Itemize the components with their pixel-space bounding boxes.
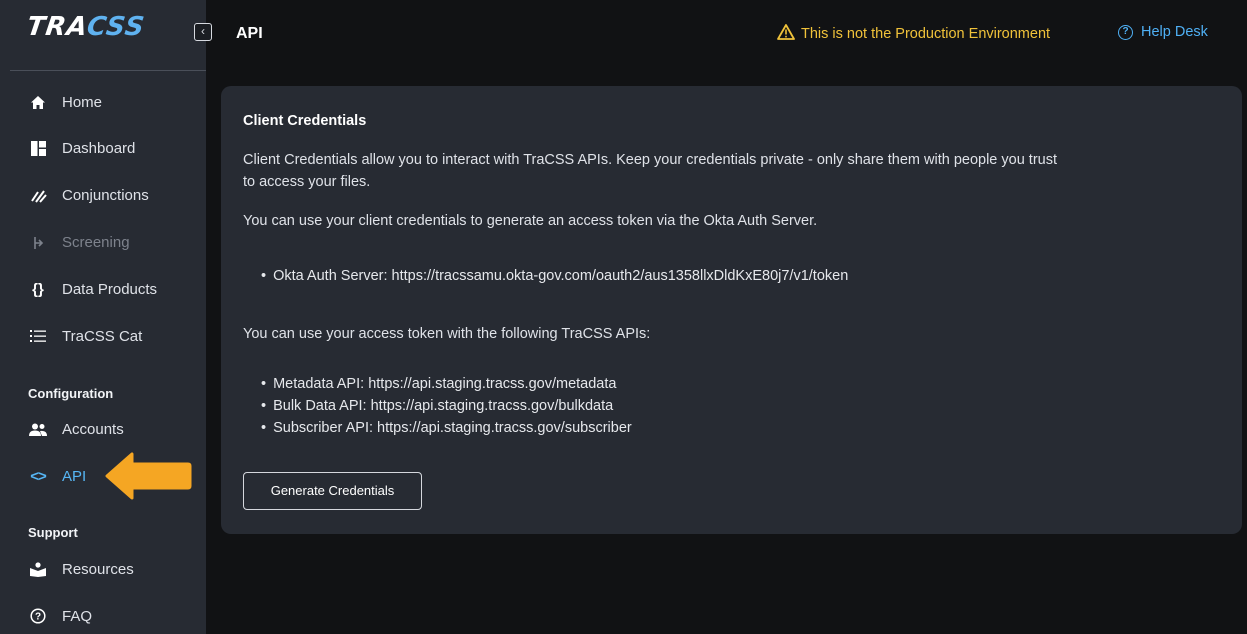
logo-text-trac: TRA	[24, 12, 90, 42]
section-label-configuration: Configuration	[28, 386, 114, 401]
environment-warning: This is not the Production Environment	[777, 24, 1050, 44]
sidebar-item-label: Home	[62, 93, 103, 111]
sidebar-item-label: Accounts	[62, 420, 124, 438]
help-desk-label: Help Desk	[1141, 24, 1208, 40]
intro-line-1: Client Credentials allow you to interact…	[243, 152, 1058, 168]
warning-icon	[777, 24, 795, 44]
card-title: Client Credentials	[243, 113, 367, 129]
sidebar-item-label: Conjunctions	[62, 186, 149, 204]
okta-server-item: Okta Auth Server: https://tracssamu.okta…	[261, 268, 848, 284]
chevron-left-icon: ‹	[201, 24, 205, 38]
section-label-support: Support	[28, 525, 78, 540]
intro-line-2: to access your files.	[243, 174, 371, 190]
resources-icon	[28, 561, 48, 577]
sidebar-item-faq[interactable]: ? FAQ	[28, 601, 92, 631]
sidebar-item-screening[interactable]: Screening	[28, 227, 130, 257]
logo-bar: TRACSS	[0, 0, 206, 70]
collapse-sidebar-button[interactable]: ‹	[194, 23, 212, 41]
sidebar-item-label: Data Products	[62, 280, 158, 298]
top-header: API This is not the Production Environme…	[206, 0, 1247, 70]
screening-icon	[28, 235, 48, 250]
api-list-item-subscriber: Subscriber API: https://api.staging.trac…	[261, 420, 632, 436]
help-desk-link[interactable]: ? Help Desk	[1118, 24, 1208, 40]
accounts-icon	[28, 423, 48, 436]
code-icon: <>	[30, 467, 47, 485]
dashboard-icon	[28, 140, 48, 156]
help-circle-icon: ?	[28, 608, 48, 624]
intro-text: Client Credentials allow you to interact…	[243, 149, 1223, 193]
help-circle-icon: ?	[1118, 24, 1133, 40]
generate-credentials-button[interactable]: Generate Credentials	[243, 472, 422, 510]
sidebar-item-label: API	[62, 467, 87, 485]
svg-text:?: ?	[35, 612, 41, 623]
sidebar-item-api[interactable]: <> API	[28, 461, 86, 491]
okta-intro-text: You can use your client credentials to g…	[243, 213, 818, 229]
divider	[10, 70, 206, 71]
list-icon	[28, 329, 48, 343]
sidebar-item-conjunctions[interactable]: Conjunctions	[28, 180, 149, 210]
apis-intro-text: You can use your access token with the f…	[243, 326, 651, 342]
braces-icon: {}	[32, 280, 44, 298]
sidebar-item-label: Dashboard	[62, 139, 136, 157]
sidebar-item-accounts[interactable]: Accounts	[28, 414, 124, 444]
sidebar: TRACSS Home Dashboard Conjunctions Scree…	[0, 0, 206, 634]
sidebar-item-label: Resources	[62, 560, 134, 578]
sidebar-item-label: FAQ	[62, 607, 93, 625]
sidebar-item-resources[interactable]: Resources	[28, 554, 134, 584]
api-list-item-bulkdata: Bulk Data API: https://api.staging.tracs…	[261, 398, 613, 414]
sidebar-item-tracss-cat[interactable]: TraCSS Cat	[28, 321, 142, 351]
api-list-item-metadata: Metadata API: https://api.staging.tracss…	[261, 376, 616, 392]
sidebar-item-data-products[interactable]: {} Data Products	[28, 274, 157, 304]
conjunctions-icon	[28, 188, 48, 203]
page-title: API	[236, 25, 263, 42]
logo-text-css: CSS	[84, 12, 147, 42]
sidebar-item-label: TraCSS Cat	[62, 327, 143, 345]
sidebar-item-home[interactable]: Home	[28, 87, 102, 117]
environment-warning-text: This is not the Production Environment	[801, 26, 1051, 42]
tracss-logo[interactable]: TRACSS	[25, 12, 147, 42]
sidebar-item-dashboard[interactable]: Dashboard	[28, 133, 135, 163]
home-icon	[28, 95, 48, 110]
sidebar-item-label: Screening	[62, 233, 130, 251]
client-credentials-card: Client Credentials Client Credentials al…	[221, 86, 1242, 534]
annotation-arrow	[104, 451, 192, 506]
